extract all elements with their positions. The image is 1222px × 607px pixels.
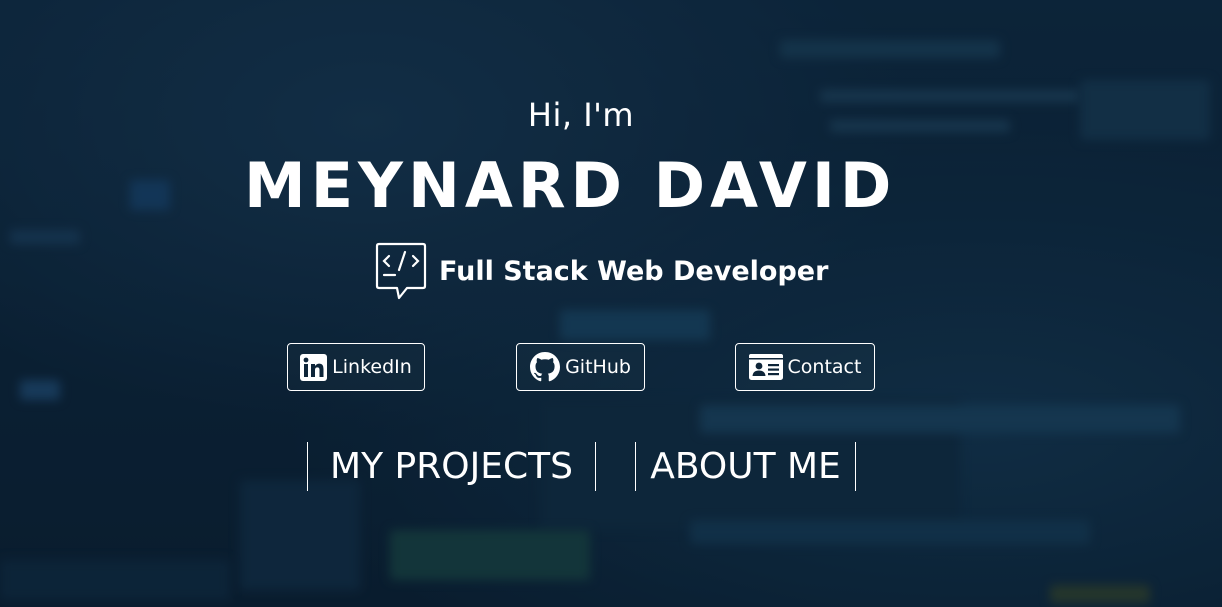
github-icon: [530, 352, 561, 382]
greeting-text: Hi, I'm: [527, 96, 635, 134]
hero-section: Hi, I'm MEYNARD DAVID Full Stack Web Dev…: [0, 0, 1222, 607]
developer-name: MEYNARD DAVID: [244, 149, 897, 222]
github-label: GitHub: [565, 356, 631, 378]
github-button[interactable]: GitHub: [516, 343, 645, 391]
linkedin-icon: [300, 353, 328, 381]
code-chat-icon: [375, 242, 427, 300]
linkedin-button[interactable]: LinkedIn: [287, 343, 425, 391]
about-me-label: ABOUT ME: [650, 446, 841, 487]
contact-card-icon: [748, 354, 783, 380]
about-me-link[interactable]: ABOUT ME: [635, 442, 856, 491]
linkedin-label: LinkedIn: [332, 356, 412, 378]
contact-button[interactable]: Contact: [735, 343, 875, 391]
my-projects-link[interactable]: MY PROJECTS: [307, 442, 596, 491]
my-projects-label: MY PROJECTS: [330, 446, 573, 487]
role-line: Full Stack Web Developer: [375, 242, 828, 300]
contact-label: Contact: [787, 356, 862, 378]
role-title: Full Stack Web Developer: [439, 255, 829, 287]
